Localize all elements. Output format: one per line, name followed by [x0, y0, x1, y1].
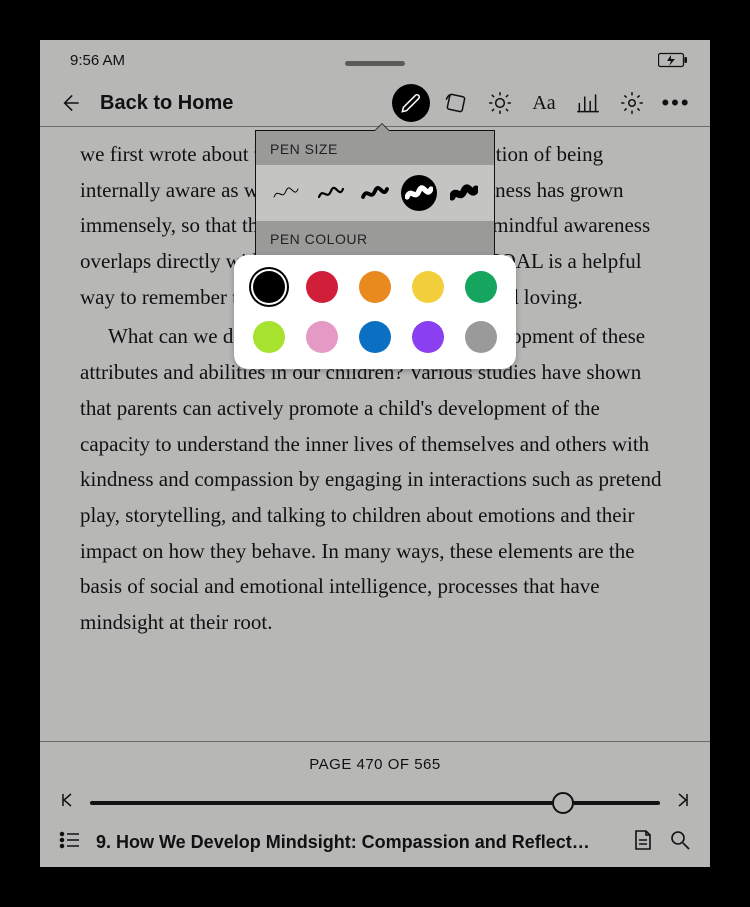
colour-swatch-3[interactable] — [412, 271, 444, 303]
pen-size-4[interactable] — [401, 175, 437, 211]
pen-size-1[interactable] — [268, 175, 304, 211]
settings-button[interactable] — [614, 85, 650, 121]
reader-screen: 9:56 AM Back to Home Aa ••• we — [40, 40, 710, 867]
battery-charging-icon — [658, 52, 688, 68]
top-toolbar: Back to Home Aa ••• — [40, 80, 710, 126]
progress-slider[interactable] — [90, 801, 660, 805]
rotate-button[interactable] — [438, 85, 474, 121]
colour-swatch-2[interactable] — [359, 271, 391, 303]
go-end-button[interactable] — [674, 791, 692, 814]
pen-colour-panel — [234, 255, 516, 369]
font-button[interactable]: Aa — [526, 85, 562, 121]
notes-icon[interactable] — [630, 828, 654, 857]
brightness-button[interactable] — [482, 85, 518, 121]
colour-swatch-0[interactable] — [253, 271, 285, 303]
slider-thumb[interactable] — [552, 792, 574, 814]
colour-swatch-1[interactable] — [306, 271, 338, 303]
chapter-title[interactable]: 9. How We Develop Mindsight: Compassion … — [96, 832, 616, 853]
pen-colour-label: PEN COLOUR — [256, 221, 494, 255]
colour-swatch-9[interactable] — [465, 321, 497, 353]
back-to-home-button[interactable]: Back to Home — [100, 92, 233, 115]
pen-size-2[interactable] — [313, 175, 349, 211]
status-bar: 9:56 AM — [40, 40, 710, 80]
progress-slider-row — [58, 791, 692, 814]
colour-grid — [252, 271, 498, 353]
bottom-bar: PAGE 470 OF 565 9. How We Develop Mindsi… — [40, 741, 710, 867]
pen-popover: PEN SIZE PEN COLOUR — [255, 130, 495, 356]
back-arrow-icon[interactable] — [52, 85, 88, 121]
search-icon[interactable] — [668, 828, 692, 857]
colour-swatch-6[interactable] — [306, 321, 338, 353]
clock: 9:56 AM — [70, 52, 125, 69]
go-start-button[interactable] — [58, 791, 76, 814]
pen-size-row — [256, 165, 494, 221]
toc-icon[interactable] — [58, 828, 82, 857]
colour-swatch-5[interactable] — [253, 321, 285, 353]
colour-swatch-7[interactable] — [359, 321, 391, 353]
colour-swatch-4[interactable] — [465, 271, 497, 303]
stats-button[interactable] — [570, 85, 606, 121]
more-dots-icon: ••• — [661, 92, 690, 114]
pen-size-5[interactable] — [446, 175, 482, 211]
page-number-label: PAGE 470 OF 565 — [58, 756, 692, 773]
pen-tool-button[interactable] — [392, 84, 430, 122]
drag-handle[interactable] — [345, 61, 405, 66]
more-button[interactable]: ••• — [658, 85, 694, 121]
chapter-bar: 9. How We Develop Mindsight: Compassion … — [58, 828, 692, 857]
pen-size-3[interactable] — [357, 175, 393, 211]
colour-swatch-8[interactable] — [412, 321, 444, 353]
pen-size-label: PEN SIZE — [256, 131, 494, 165]
